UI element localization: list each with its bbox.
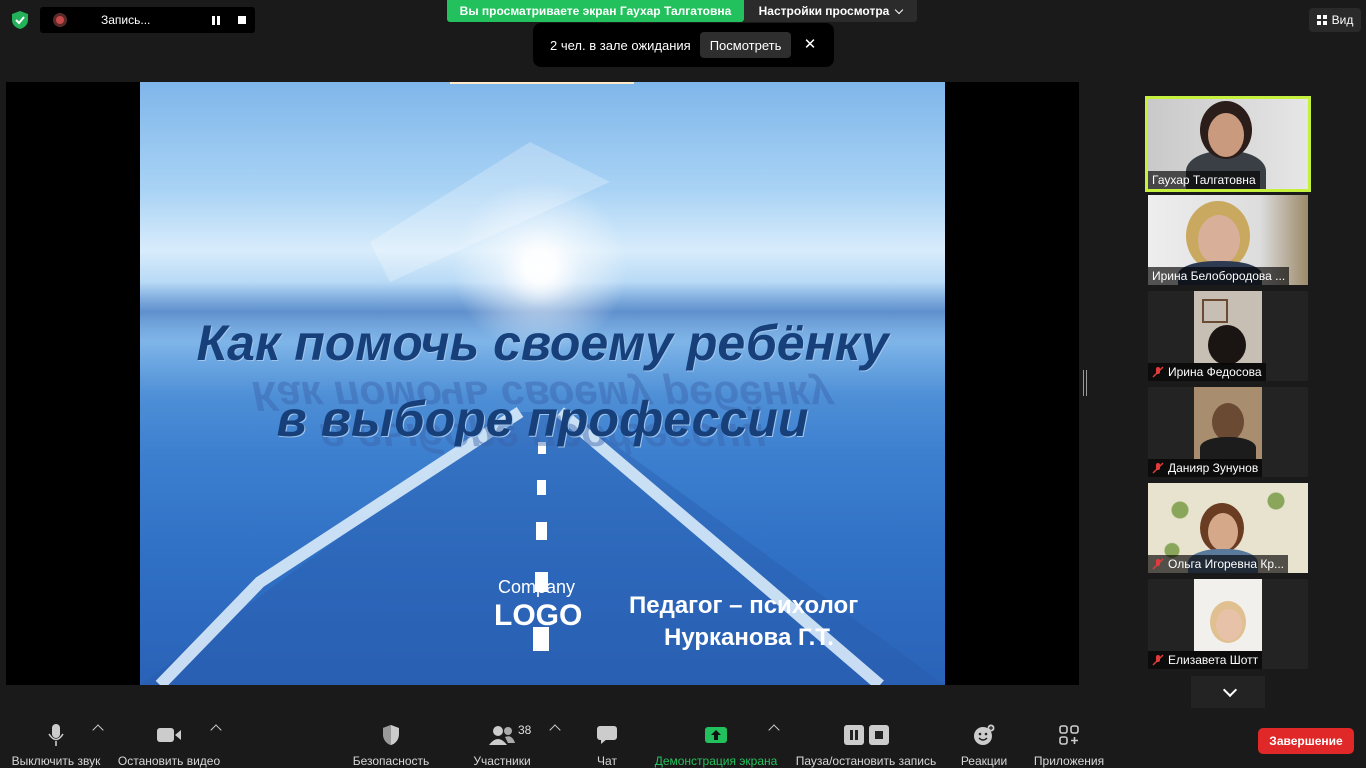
slide-title-line1: Как помочь своему ребёнку — [196, 315, 889, 371]
chat-button[interactable]: Чат — [594, 712, 620, 768]
reactions-button[interactable]: Реакции — [961, 712, 1007, 768]
stop-video-button[interactable]: Остановить видео — [118, 712, 220, 768]
meeting-toolbar: Выключить звук Остановить видео Безопасн… — [0, 712, 1366, 768]
slide-title-line2: в выборе профессии — [276, 391, 809, 447]
waiting-room-text: 2 чел. в зале ожидания — [550, 37, 691, 53]
chat-icon — [597, 726, 617, 744]
security-shield-icon[interactable] — [10, 10, 30, 30]
logo-text: LOGO — [494, 599, 583, 632]
participants-options-caret[interactable] — [549, 724, 561, 736]
participant-tile[interactable]: Данияр Зунунов — [1148, 387, 1308, 477]
more-participants-button[interactable] — [1191, 676, 1265, 708]
company-text: Company — [498, 577, 576, 597]
share-screen-icon — [705, 727, 727, 743]
participant-name: Ирина Федосова — [1148, 363, 1266, 381]
recording-indicator: Запись... — [40, 7, 255, 33]
view-settings-label: Настройки просмотра — [758, 4, 890, 18]
participant-tile[interactable]: Ирина Федосова — [1148, 291, 1308, 381]
apps-icon — [1059, 725, 1079, 745]
stop-icon — [868, 725, 889, 745]
close-icon[interactable]: ✕ — [800, 35, 820, 55]
view-menu-label: Вид — [1331, 13, 1354, 27]
muted-mic-icon — [1152, 366, 1164, 378]
screen-share-banner: Вы просматриваете экран Гаухар Талгатовн… — [447, 0, 744, 22]
apps-button[interactable]: Приложения — [1032, 712, 1106, 768]
participants-button[interactable]: Участники — [473, 712, 531, 768]
participant-video — [1194, 291, 1262, 365]
view-settings-button[interactable]: Настройки просмотра — [744, 0, 917, 22]
pause-stop-recording-button[interactable]: Пауза/остановить запись — [795, 712, 937, 768]
splitter-handle[interactable] — [1083, 370, 1087, 396]
participant-tile[interactable]: Гаухар Талгатовна — [1145, 96, 1311, 192]
muted-mic-icon — [1152, 654, 1164, 666]
author-name: Нурканова Г.Т. — [664, 624, 834, 651]
participant-name: Ирина Белобородова ... — [1148, 267, 1290, 285]
muted-mic-icon — [1152, 462, 1164, 474]
muted-mic-icon — [1152, 558, 1164, 570]
mute-button[interactable]: Выключить звук — [10, 712, 102, 768]
participant-name: Гаухар Талгатовна — [1148, 171, 1260, 189]
waiting-room-notification: 2 чел. в зале ожидания Посмотреть ✕ — [533, 23, 834, 67]
recording-dot-icon — [53, 13, 67, 27]
recording-label: Запись... — [101, 13, 151, 27]
participants-count: 38 — [518, 723, 532, 737]
reactions-icon — [974, 724, 995, 745]
pause-icon — [212, 15, 220, 25]
shield-icon — [383, 725, 399, 745]
chevron-down-icon — [895, 5, 904, 14]
grid-view-icon — [1316, 15, 1327, 25]
microphone-icon — [48, 724, 64, 746]
shared-screen: Как помочь своему ребёнку в выборе профе… — [6, 82, 1079, 685]
pause-recording-button[interactable] — [206, 11, 226, 29]
presentation-slide: Как помочь своему ребёнку в выборе профе… — [140, 82, 945, 685]
chevron-down-icon — [1222, 682, 1237, 697]
participant-name: Ольга Игоревна Кр... — [1148, 555, 1289, 573]
stop-icon — [238, 16, 246, 24]
participant-tile[interactable]: Елизавета Шотт — [1148, 579, 1308, 669]
video-camera-icon — [157, 728, 181, 742]
participant-name: Елизавета Шотт — [1148, 651, 1263, 669]
participant-tile[interactable]: Ирина Белобородова ... — [1148, 195, 1308, 285]
author-role: Педагог – психолог — [629, 592, 859, 619]
stop-recording-button[interactable] — [232, 11, 252, 29]
pause-icon — [843, 725, 864, 745]
view-waiting-room-button[interactable]: Посмотреть — [699, 32, 792, 58]
share-screen-button[interactable]: Демонстрация экрана — [655, 712, 777, 768]
participant-name: Данияр Зунунов — [1148, 459, 1263, 477]
participant-video — [1194, 579, 1262, 651]
participants-icon — [489, 726, 515, 745]
participant-tile[interactable]: Ольга Игоревна Кр... — [1148, 483, 1308, 573]
participant-video — [1194, 387, 1262, 461]
view-menu-button[interactable]: Вид — [1309, 8, 1361, 32]
end-meeting-button[interactable]: Завершение — [1258, 728, 1354, 754]
security-button[interactable]: Безопасность — [353, 712, 429, 768]
